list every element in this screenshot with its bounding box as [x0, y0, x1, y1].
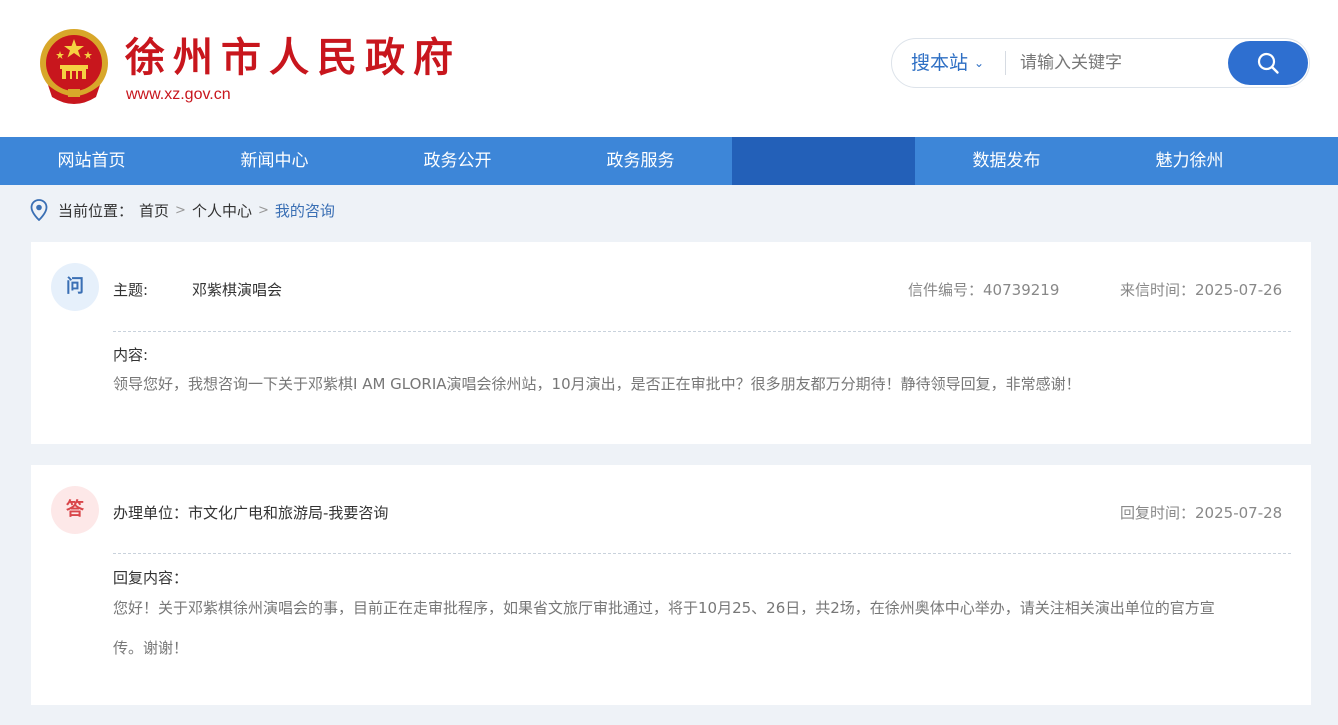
breadcrumb-home[interactable]: 首页 — [139, 200, 169, 221]
reply-date-value: 2025-07-28 — [1195, 504, 1283, 522]
unit-value: 市文化广电和旅游局-我要咨询 — [188, 504, 389, 522]
search-scope-label: 搜本站 — [911, 52, 969, 74]
breadcrumb-current: 我的咨询 — [274, 201, 335, 220]
letter-number: 信件编号：40739219 — [908, 279, 1059, 300]
breadcrumb: 当前位置： 首页 > 个人中心 > 我的咨询 — [30, 198, 335, 222]
nav-item-active[interactable] — [732, 137, 915, 185]
main-nav: 网站首页 新闻中心 政务公开 政务服务 数据发布 魅力徐州 — [0, 137, 1338, 185]
chevron-down-icon: ⌄ — [974, 56, 985, 70]
breadcrumb-prefix: 当前位置： — [58, 201, 134, 220]
nav-item-news[interactable]: 新闻中心 — [183, 137, 366, 185]
search-icon — [1257, 52, 1279, 74]
search-input[interactable] — [1020, 47, 1220, 79]
letter-date-value: 2025-07-26 — [1195, 281, 1283, 299]
content-label: 内容: — [113, 346, 149, 364]
unit-label: 办理单位： — [113, 504, 189, 522]
reply-content-line-2: 传。谢谢！ — [113, 639, 189, 657]
nav-item-gov-services[interactable]: 政务服务 — [549, 137, 732, 185]
national-emblem-icon — [38, 27, 110, 105]
letter-date-label: 来信时间： — [1120, 281, 1196, 299]
nav-item-home[interactable]: 网站首页 — [0, 137, 183, 185]
site-header: 徐州市人民政府 www.xz.gov.cn 搜本站 ⌄ — [0, 0, 1338, 137]
letter-number-label: 信件编号： — [908, 281, 984, 299]
letter-number-value: 40739219 — [983, 281, 1060, 299]
breadcrumb-separator: > — [175, 202, 186, 218]
nav-item-gov-affairs[interactable]: 政务公开 — [366, 137, 549, 185]
location-pin-icon — [30, 199, 48, 221]
answer-badge: 答 — [51, 486, 99, 534]
question-card: 问 主题: 邓紫棋演唱会 信件编号：40739219 来信时间：2025-07-… — [31, 242, 1311, 444]
search-box: 搜本站 ⌄ — [891, 38, 1310, 88]
question-badge: 问 — [51, 263, 99, 311]
reply-date-label: 回复时间： — [1120, 504, 1196, 522]
subject-value: 邓紫棋演唱会 — [192, 281, 283, 299]
site-title[interactable]: 徐州市人民政府 — [125, 34, 461, 82]
nav-item-charm-xuzhou[interactable]: 魅力徐州 — [1098, 137, 1281, 185]
site-url[interactable]: www.xz.gov.cn — [126, 86, 231, 104]
reply-content-line-1: 您好！关于邓紫棋徐州演唱会的事，目前正在走审批程序，如果省文旅厅审批通过，将于1… — [113, 599, 1215, 617]
reply-content-label: 回复内容： — [113, 569, 189, 587]
question-content: 领导您好，我想咨询一下关于邓紫棋I AM GLORIA演唱会徐州站，10月演出，… — [113, 375, 1081, 393]
unit-row: 办理单位：市文化广电和旅游局-我要咨询 — [113, 502, 388, 523]
divider — [113, 331, 1291, 332]
search-divider — [1005, 51, 1006, 75]
subject-label: 主题: — [113, 281, 149, 299]
breadcrumb-separator: > — [257, 202, 269, 218]
answer-card: 答 办理单位：市文化广电和旅游局-我要咨询 回复时间：2025-07-28 回复… — [31, 465, 1311, 705]
breadcrumb-personal-center[interactable]: 个人中心 — [192, 200, 252, 221]
divider — [113, 553, 1291, 554]
search-button[interactable] — [1228, 41, 1308, 85]
reply-date: 回复时间：2025-07-28 — [1120, 502, 1282, 523]
letter-date: 来信时间：2025-07-26 — [1120, 279, 1282, 300]
search-scope-dropdown[interactable]: 搜本站 ⌄ — [911, 39, 984, 87]
nav-item-data-release[interactable]: 数据发布 — [915, 137, 1098, 185]
